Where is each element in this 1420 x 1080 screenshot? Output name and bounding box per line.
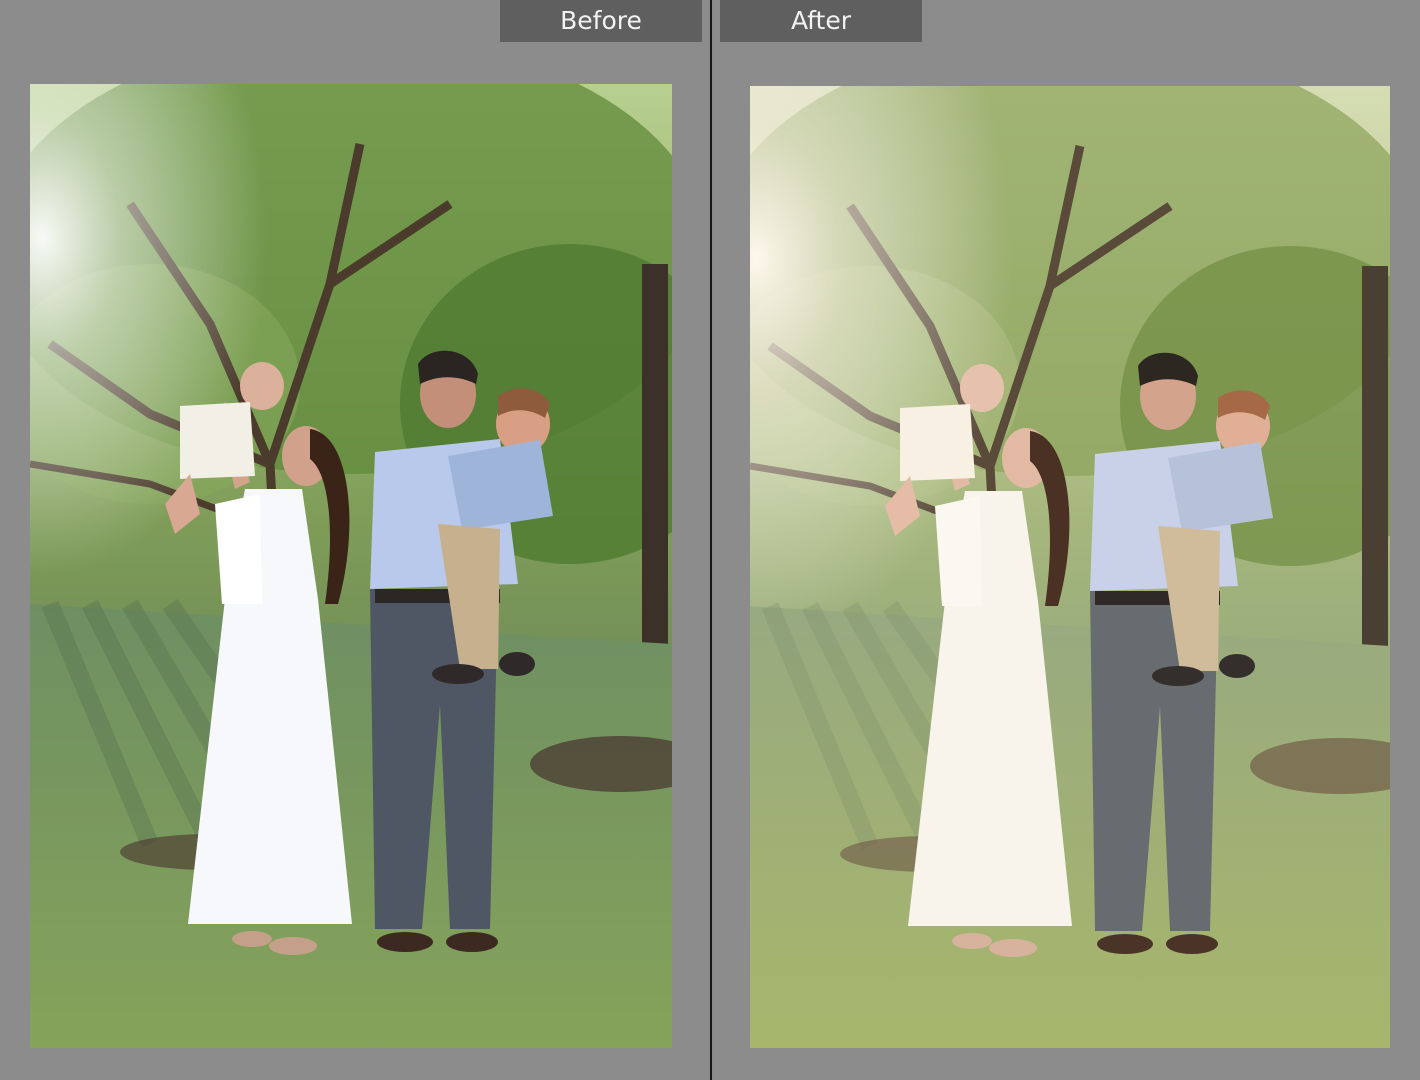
after-label: After	[720, 0, 922, 42]
after-pane: After	[714, 0, 1420, 1080]
before-label: Before	[500, 0, 702, 42]
before-after-compare-view: Before After	[0, 0, 1420, 1080]
after-photo-render	[750, 86, 1390, 1048]
before-photo-render	[30, 84, 672, 1048]
before-pane: Before	[0, 0, 708, 1080]
after-photo[interactable]	[750, 86, 1390, 1048]
before-photo[interactable]	[30, 84, 672, 1048]
